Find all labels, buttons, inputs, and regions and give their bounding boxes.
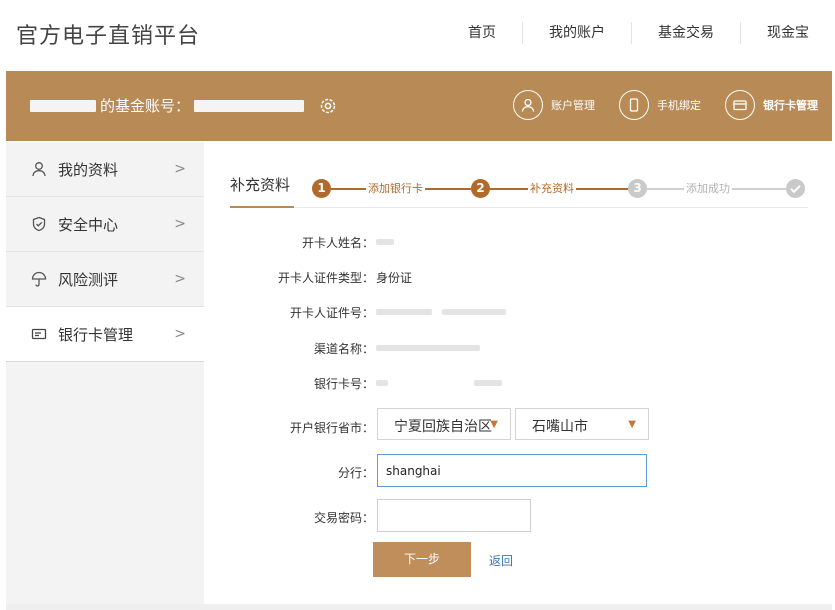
sidebar-item-security[interactable]: 安全中心 > <box>6 197 204 252</box>
account-manage-label: 账户管理 <box>551 99 595 112</box>
branch-input[interactable]: shanghai <box>377 454 647 487</box>
dropdown-arrow-icon: ▼ <box>490 419 498 430</box>
card-number-label: 银行卡号： <box>313 377 374 391</box>
sidebar-item-risk-assessment[interactable]: 风险测评 > <box>6 252 204 307</box>
channel-value <box>376 340 480 354</box>
city-select[interactable]: 石嘴山市 ▼ <box>515 408 649 440</box>
sidebar-item-label: 安全中心 <box>58 215 119 234</box>
masked-account-number <box>194 99 305 112</box>
sidebar-item-my-profile[interactable]: 我的资料 > <box>6 142 204 197</box>
user-icon <box>513 90 543 120</box>
tab-supplement-info[interactable]: 补充资料 <box>230 174 290 195</box>
step-2-label: 补充资料 <box>528 180 576 196</box>
id-number-label: 开卡人证件号： <box>289 306 374 320</box>
sidebar: 我的资料 > 安全中心 > 风险测评 > 银行卡管理 > <box>6 142 204 604</box>
top-nav-fund-trade[interactable]: 基金交易 <box>631 22 740 44</box>
channel-label: 渠道名称： <box>313 342 374 356</box>
account-label: 的基金账号： <box>100 97 191 115</box>
bank-card-manage-label: 银行卡管理 <box>763 99 818 112</box>
sidebar-item-bank-card[interactable]: 银行卡管理 > <box>6 307 204 362</box>
next-step-button[interactable]: 下一步 <box>373 542 471 577</box>
chevron-right-icon: > <box>174 216 186 232</box>
chevron-right-icon: > <box>174 271 186 287</box>
trade-password-input[interactable] <box>377 499 531 532</box>
page-bottom-strip <box>6 604 832 610</box>
holder-name-label: 开卡人姓名： <box>301 236 374 250</box>
branch-label: 分行： <box>337 466 374 480</box>
back-link[interactable]: 返回 <box>489 552 513 569</box>
bank-card-icon <box>30 325 48 343</box>
account-manage-link[interactable]: 账户管理 <box>513 90 595 120</box>
city-value: 石嘴山市 <box>532 419 588 435</box>
bank-card-icon <box>725 90 755 120</box>
settings-gear-icon[interactable] <box>318 96 338 116</box>
step-3-marker: 3 <box>628 179 647 198</box>
province-value: 宁夏回族自治区 <box>394 419 492 435</box>
holder-name-value <box>376 234 394 248</box>
tab-divider <box>230 207 808 208</box>
sidebar-item-label: 我的资料 <box>58 160 119 179</box>
phone-icon <box>619 90 649 120</box>
top-nav-home[interactable]: 首页 <box>442 22 522 44</box>
brand-title: 官方电子直销平台 <box>16 24 201 49</box>
account-nav: 账户管理 手机绑定 银行卡管理 <box>489 90 818 120</box>
sidebar-item-label: 风险测评 <box>58 270 119 289</box>
dropdown-arrow-icon: ▼ <box>628 419 636 430</box>
phone-binding-link[interactable]: 手机绑定 <box>619 90 701 120</box>
step-1-label: 添加银行卡 <box>366 180 425 196</box>
step-complete-check-icon <box>786 179 805 198</box>
id-type-value: 身份证 <box>376 271 413 285</box>
step-progress: 1 添加银行卡 2 补充资料 3 添加成功 <box>312 177 805 199</box>
province-select[interactable]: 宁夏回族自治区 ▼ <box>377 408 511 440</box>
top-bar: 官方电子直销平台 首页 我的账户 基金交易 现金宝 <box>0 0 835 70</box>
phone-binding-label: 手机绑定 <box>657 99 701 112</box>
umbrella-icon <box>30 270 48 288</box>
user-icon <box>30 160 48 178</box>
step-2-marker: 2 <box>471 179 490 198</box>
chevron-right-icon: > <box>174 326 186 342</box>
bank-card-manage-link[interactable]: 银行卡管理 <box>725 90 818 120</box>
sidebar-item-label: 银行卡管理 <box>58 325 134 344</box>
top-nav-cash-treasure[interactable]: 现金宝 <box>740 22 835 44</box>
province-city-label: 开户银行省市： <box>289 421 374 435</box>
shield-icon <box>30 215 48 233</box>
active-tab-indicator <box>230 206 294 208</box>
step-1-marker: 1 <box>312 179 331 198</box>
main-panel: 补充资料 1 添加银行卡 2 补充资料 3 添加成功 开卡人姓名： 开卡人证件类… <box>204 142 832 604</box>
account-header: 的基金账号： 账户管理 手机绑定 银行卡管理 <box>6 71 832 141</box>
chevron-right-icon: > <box>174 161 186 177</box>
id-number-value <box>376 304 506 318</box>
step-3-label: 添加成功 <box>684 180 732 196</box>
top-nav-my-account[interactable]: 我的账户 <box>522 22 631 44</box>
masked-username <box>30 99 96 112</box>
top-nav: 首页 我的账户 基金交易 现金宝 <box>442 22 835 44</box>
id-type-label: 开卡人证件类型： <box>277 271 374 285</box>
account-info: 的基金账号： <box>30 95 338 116</box>
card-number-value <box>376 375 502 389</box>
password-label: 交易密码： <box>313 511 374 525</box>
